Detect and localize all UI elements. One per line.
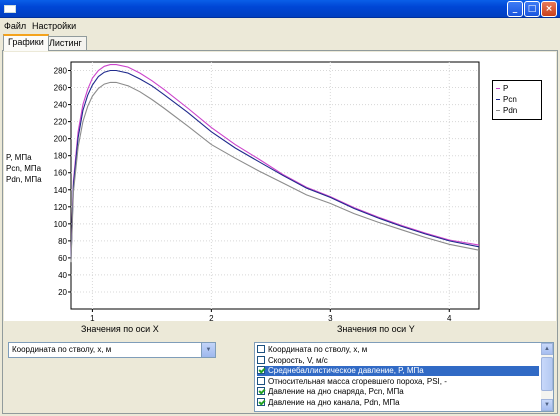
list-item-label: Среднебаллистическое давление, P, МПа [268, 366, 424, 375]
scroll-down-icon[interactable]: ▼ [541, 399, 553, 411]
chart-legend: P Pcn Pdn [492, 80, 542, 120]
y-tick-label: 200 [54, 135, 68, 144]
legend-swatch-pcn [496, 99, 500, 100]
y-axis-label: P, МПа [6, 153, 32, 162]
list-scrollbar[interactable]: ▲ ▼ [541, 343, 553, 411]
menu-bar: Файл Настройки [0, 18, 560, 34]
legend-label-pcn: Pcn [503, 95, 517, 104]
tab-listing[interactable]: Листинг [44, 36, 87, 50]
checkbox[interactable] [257, 397, 265, 406]
x-tick-label: 2 [209, 314, 214, 321]
maximize-button[interactable]: □ [524, 1, 540, 17]
y-tick-label: 140 [54, 186, 68, 195]
tab-strip: Графики Листинг [0, 34, 560, 51]
y-axis-label: Pdn, МПа [6, 175, 42, 184]
list-item[interactable]: Давление на дно канала, Pdn, МПа [257, 397, 539, 408]
legend-item-pcn: Pcn [496, 94, 538, 105]
legend-item-p: P [496, 83, 538, 94]
list-item[interactable]: Давление на дно снаряда, Pcn, МПа [257, 387, 539, 397]
menu-settings[interactable]: Настройки [32, 21, 76, 31]
y-tick-label: 80 [58, 237, 67, 246]
menu-file[interactable]: Файл [4, 21, 26, 31]
y-tick-label: 160 [54, 169, 68, 178]
y-tick-label: 60 [58, 254, 67, 263]
list-item-label: Давление на дно канала, Pdn, МПа [268, 397, 400, 407]
list-item-label: Координата по стволу, x, м [268, 345, 368, 354]
y-tick-label: 180 [54, 152, 68, 161]
y-tick-label: 220 [54, 118, 68, 127]
y-tick-label: 120 [54, 203, 68, 212]
list-item[interactable]: Координата по стволу, x, м [257, 345, 539, 355]
x-tick-label: 3 [328, 314, 333, 321]
y-tick-label: 280 [54, 67, 68, 76]
close-button[interactable]: × [541, 1, 557, 17]
checkbox[interactable] [257, 355, 265, 364]
list-item-label: Относительная масса сгоревшего пороха, P… [268, 376, 447, 386]
legend-label-p: P [503, 84, 509, 93]
x-tick-label: 4 [447, 314, 452, 321]
y-tick-label: 240 [54, 101, 68, 110]
list-item[interactable]: Относительная масса сгоревшего пороха, P… [257, 376, 539, 387]
y-axis-list[interactable]: Давление на дно канала, Pdn, МПа Давление… [254, 342, 554, 412]
x-axis-select[interactable]: Координата по стволу, x, м ▼ [8, 342, 216, 358]
list-item[interactable]: Скорость, V, м/с [257, 355, 539, 366]
legend-label-pdn: Pdn [503, 106, 518, 115]
x-tick-label: 1 [90, 314, 95, 321]
plot-frame [70, 61, 480, 310]
x-axis-select-value: Координата по стволу, x, м [12, 345, 112, 354]
legend-item-pdn: Pdn [496, 105, 538, 116]
list-item[interactable]: Среднебаллистическое давление, P, МПа [257, 366, 539, 376]
y-axis-label: Pcn, МПа [6, 164, 42, 173]
app-icon [4, 5, 16, 13]
minimize-button[interactable]: _ [507, 1, 523, 17]
legend-swatch-p [496, 88, 500, 89]
pressure-chart: 20 40 60 80 100 120 140 160 180 200 220 240 260 280 1 2… [6, 61, 480, 331]
checkbox[interactable] [257, 345, 265, 353]
list-item-label: Скорость, V, м/с [268, 355, 328, 365]
x-axis-caption: Значения по оси X [81, 324, 159, 334]
y-tick-label: 260 [54, 84, 68, 93]
chart-area: 20 40 60 80 100 120 140 160 180 200 220 240 260 280 1 2… [4, 52, 556, 331]
chevron-down-icon[interactable]: ▼ [201, 343, 215, 357]
y-tick-label: 20 [58, 288, 67, 297]
tab-charts[interactable]: Графики [3, 34, 49, 51]
y-tick-label: 100 [54, 220, 68, 229]
legend-swatch-pdn [496, 110, 500, 111]
checkbox[interactable] [257, 387, 265, 395]
scroll-up-icon[interactable]: ▲ [541, 343, 553, 355]
checkbox[interactable] [257, 376, 265, 385]
checkbox[interactable] [257, 366, 265, 374]
title-bar: _ □ × [0, 0, 560, 18]
scroll-thumb[interactable] [541, 357, 553, 391]
list-item-label: Давление на дно снаряда, Pcn, МПа [268, 387, 404, 396]
y-axis-caption: Значения по оси Y [337, 324, 415, 334]
y-tick-label: 40 [58, 271, 67, 280]
